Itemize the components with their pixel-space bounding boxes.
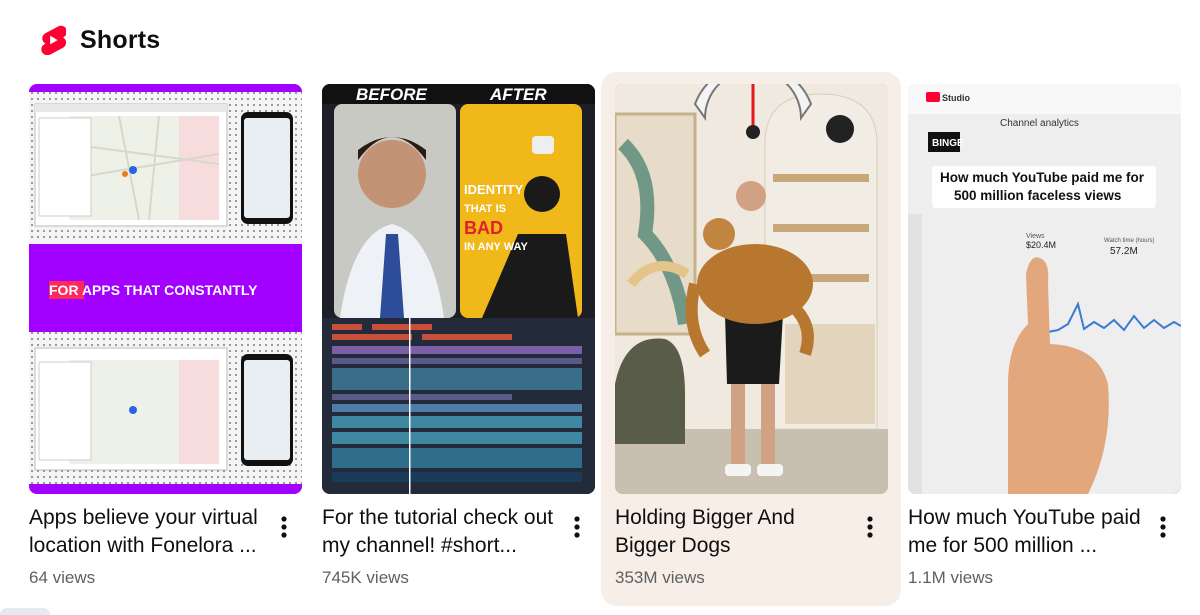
short-title[interactable]: Apps believe your virtual location with … [29,504,265,560]
more-options-button[interactable] [857,512,883,542]
short-thumbnail[interactable]: Studio Channel analytics BINGE How much … [908,84,1181,494]
thumbnail-channel-name: BINGE [932,138,964,149]
short-views: 745K views [322,568,409,587]
svg-text:How much YouTube paid me for: How much YouTube paid me for [940,170,1145,185]
svg-text:500 million faceless views: 500 million faceless views [954,188,1121,203]
short-views: 64 views [29,568,96,587]
thumbnail-watch-value: 57.2M [1110,246,1138,257]
short-card[interactable]: BEFORE AFTER IDENTITY THAT IS BAD IN ANY… [308,72,608,606]
shelf-title: Shorts [80,25,161,54]
vertical-dots-icon [1160,516,1166,538]
short-thumbnail[interactable] [615,84,888,494]
short-views: 353M views [615,568,705,587]
more-options-button[interactable] [1150,512,1176,542]
short-card[interactable]: FOR APPS THAT CONSTANTLY Apps believe yo… [15,72,315,606]
more-options-button[interactable] [271,512,297,542]
vertical-dots-icon [867,516,873,538]
thumbnail-line: THAT IS [464,203,506,215]
thumbnail-views-label: Views [1026,233,1045,240]
short-title[interactable]: For the tutorial check out my channel! #… [322,504,558,560]
short-views: 1.1M views [908,568,994,587]
youtube-shorts-icon [41,25,66,55]
thumbnail-line: IN ANY WAY [464,241,528,253]
short-thumbnail[interactable]: BEFORE AFTER IDENTITY THAT IS BAD IN ANY… [322,84,595,494]
thumbnail-before-label: BEFORE [356,85,428,104]
thumbnail-studio-label: Studio [942,93,970,103]
thumbnail-line: BAD [464,218,503,238]
scroll-indicator [0,608,50,615]
thumbnail-heading: Channel analytics [1000,118,1079,129]
short-thumbnail[interactable]: FOR APPS THAT CONSTANTLY [29,84,302,494]
thumbnail-banner-text: FOR APPS THAT CONSTANTLY [49,282,258,298]
vertical-dots-icon [574,516,580,538]
vertical-dots-icon [281,516,287,538]
short-title[interactable]: How much YouTube paid me for 500 million… [908,504,1144,560]
short-card[interactable]: Studio Channel analytics BINGE How much … [894,72,1194,606]
thumbnail-views-value: $20.4M [1026,240,1056,250]
short-title[interactable]: Holding Bigger And Bigger Dogs [615,504,851,560]
thumbnail-watch-label: Watch time (hours) [1104,238,1154,244]
thumbnail-line: IDENTITY [464,182,524,197]
shorts-shelf: Shorts FOR APPS THAT CONSTANTLY Apps bel… [0,0,1200,615]
short-card[interactable]: Holding Bigger And Bigger Dogs 353M view… [601,72,901,606]
more-options-button[interactable] [564,512,590,542]
shelf-header: Shorts [40,22,160,58]
thumbnail-after-label: AFTER [489,85,547,104]
